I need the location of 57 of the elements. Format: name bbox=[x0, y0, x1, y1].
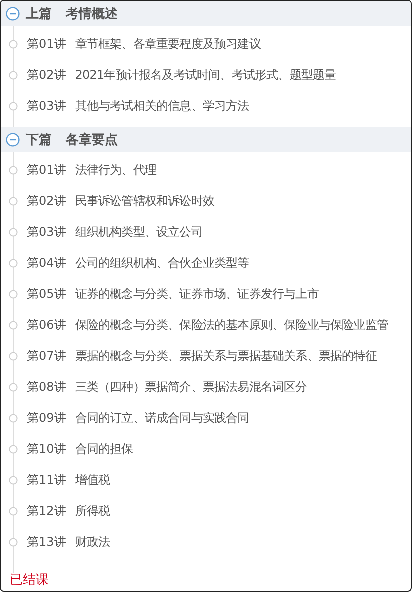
lesson-title[interactable]: 三类（四种）票据简介、票据法易混名词区分 bbox=[75, 379, 308, 396]
lesson-number[interactable]: 第02讲 bbox=[27, 193, 66, 210]
timeline-dot-icon bbox=[9, 383, 18, 392]
lesson-title[interactable]: 民事诉讼管辖权和诉讼时效 bbox=[75, 193, 214, 210]
collapse-icon[interactable] bbox=[6, 6, 20, 20]
lesson-title[interactable]: 公司的组织机构、合伙企业类型等 bbox=[75, 255, 250, 272]
timeline-dot-icon bbox=[9, 507, 18, 516]
lesson-number[interactable]: 第12讲 bbox=[27, 503, 66, 520]
timeline-dot-icon bbox=[9, 40, 18, 49]
timeline-dot-icon bbox=[9, 166, 18, 175]
lesson-number[interactable]: 第06讲 bbox=[27, 317, 66, 334]
timeline-dot-icon bbox=[9, 197, 18, 206]
lesson-number[interactable]: 第02讲 bbox=[27, 67, 66, 84]
lesson-title[interactable]: 组织机构类型、设立公司 bbox=[75, 224, 203, 241]
section-header[interactable]: 上篇 考情概述 bbox=[1, 1, 411, 26]
lesson-number[interactable]: 第01讲 bbox=[27, 36, 66, 53]
timeline-dot-icon bbox=[9, 352, 18, 361]
lesson-number[interactable]: 第11讲 bbox=[27, 472, 66, 489]
lesson-number[interactable]: 第13讲 bbox=[27, 534, 66, 551]
lesson-title[interactable]: 证券的概念与分类、证券市场、证券发行与上市 bbox=[75, 286, 319, 303]
lesson-number[interactable]: 第03讲 bbox=[27, 98, 66, 115]
lesson-title[interactable]: 所得税 bbox=[75, 503, 110, 520]
lesson-number[interactable]: 第07讲 bbox=[27, 348, 66, 365]
timeline-dot-icon bbox=[9, 259, 18, 268]
lesson-number[interactable]: 第10讲 bbox=[27, 441, 66, 458]
lesson-number[interactable]: 第05讲 bbox=[27, 286, 66, 303]
timeline-dot-icon bbox=[9, 71, 18, 80]
section-part: 下篇 bbox=[26, 132, 52, 148]
lesson-title[interactable]: 财政法 bbox=[75, 534, 110, 551]
lesson-title[interactable]: 2021年预计报名及考试时间、考试形式、题型题量 bbox=[75, 67, 336, 84]
course-status: 已结课 bbox=[10, 573, 49, 588]
lesson-number[interactable]: 第09讲 bbox=[27, 410, 66, 427]
lesson-number[interactable]: 第04讲 bbox=[27, 255, 66, 272]
section-title: 各章要点 bbox=[66, 132, 118, 148]
lesson-title[interactable]: 合同的订立、诺成合同与实践合同 bbox=[75, 410, 250, 427]
lesson-number[interactable]: 第03讲 bbox=[27, 224, 66, 241]
timeline-dot-icon bbox=[9, 476, 18, 485]
timeline-dot-icon bbox=[9, 290, 18, 299]
timeline-dot-icon bbox=[9, 102, 18, 111]
lesson-title[interactable]: 章节框架、各章重要程度及预习建议 bbox=[75, 36, 261, 53]
lesson-title[interactable]: 保险的概念与分类、保险法的基本原则、保险业与保险业监管 bbox=[75, 317, 388, 334]
timeline-dot-icon bbox=[9, 445, 18, 454]
timeline-dot-icon bbox=[9, 228, 18, 237]
timeline-dot-icon bbox=[9, 538, 18, 547]
lesson-title[interactable]: 其他与考试相关的信息、学习方法 bbox=[75, 98, 250, 115]
section-header[interactable]: 下篇 各章要点 bbox=[1, 127, 411, 152]
lesson-title[interactable]: 票据的概念与分类、票据关系与票据基础关系、票据的特征 bbox=[75, 348, 377, 365]
lesson-title[interactable]: 法律行为、代理 bbox=[75, 162, 156, 179]
lesson-number[interactable]: 第08讲 bbox=[27, 379, 66, 396]
timeline-dot-icon bbox=[9, 414, 18, 423]
lesson-title[interactable]: 增值税 bbox=[75, 472, 110, 489]
collapse-icon[interactable] bbox=[6, 132, 20, 146]
section-part: 上篇 bbox=[26, 6, 52, 22]
section-title: 考情概述 bbox=[66, 6, 118, 22]
lesson-title[interactable]: 合同的担保 bbox=[75, 441, 134, 458]
timeline-dot-icon bbox=[9, 321, 18, 330]
lesson-number[interactable]: 第01讲 bbox=[27, 162, 66, 179]
